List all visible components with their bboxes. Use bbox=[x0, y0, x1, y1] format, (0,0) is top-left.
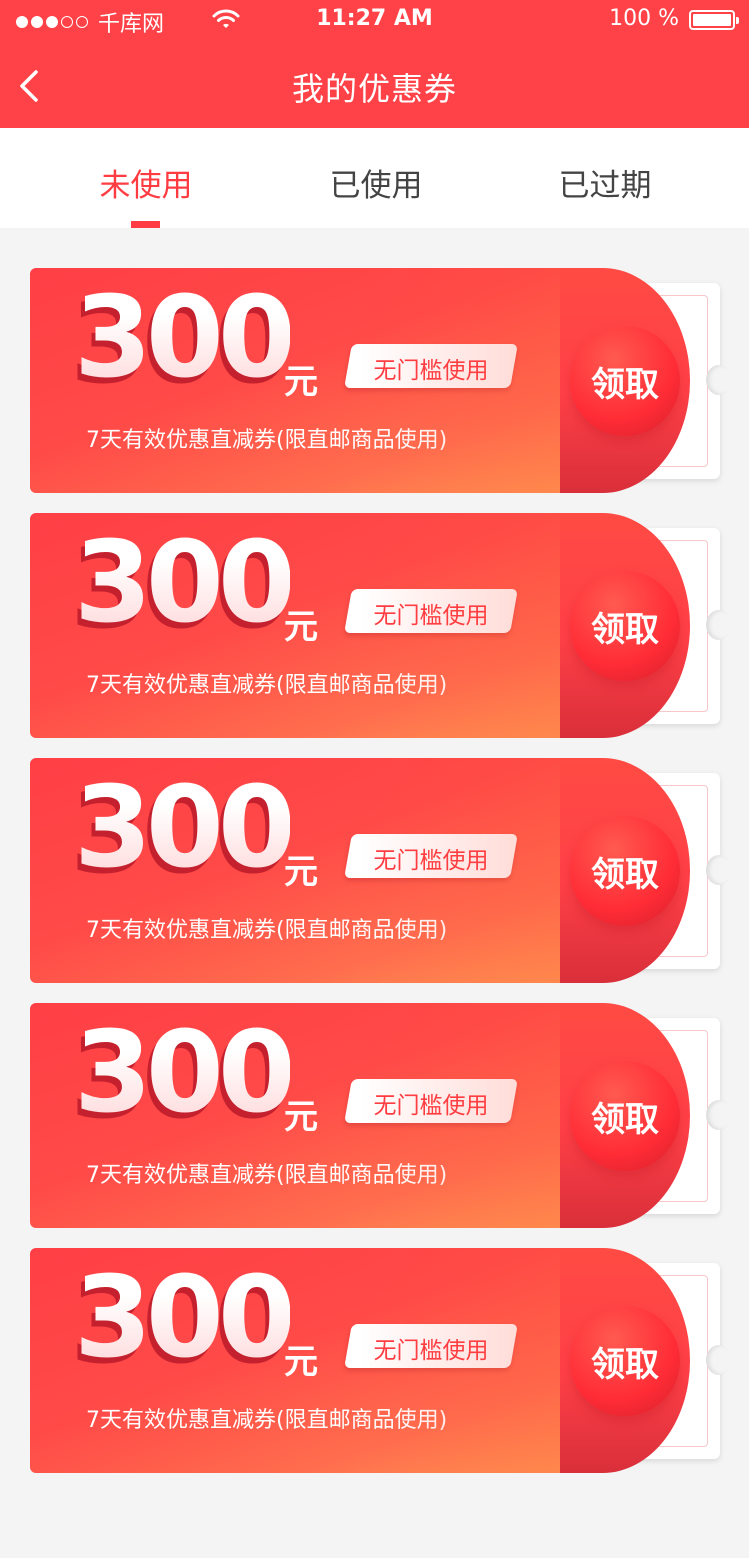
coupon-tag: 无门槛使用 bbox=[373, 1093, 489, 1119]
coupon-tag-bg bbox=[344, 1324, 518, 1368]
coupon-tag: 无门槛使用 bbox=[373, 358, 489, 384]
coupon-unit: 元 bbox=[284, 1097, 318, 1137]
coupon-unit: 元 bbox=[284, 607, 318, 647]
status-bar: 千库网 11:27 AM 100 % bbox=[0, 0, 749, 40]
coupon-notch bbox=[706, 1345, 732, 1375]
coupon-unit: 元 bbox=[284, 1342, 318, 1382]
coupon-description: 7天有效优惠直减券(限直邮商品使用) bbox=[86, 1163, 448, 1188]
tab-bar: 未使用 已使用 已过期 bbox=[0, 128, 749, 228]
top-bar: 千库网 11:27 AM 100 % 我的优惠券 bbox=[0, 0, 749, 128]
coupon-unit: 元 bbox=[284, 852, 318, 892]
tab-expired[interactable]: 已过期 bbox=[505, 160, 705, 205]
coupon-notch bbox=[706, 365, 732, 395]
coupon-description: 7天有效优惠直减券(限直邮商品使用) bbox=[86, 673, 448, 698]
coupon-tag: 无门槛使用 bbox=[373, 848, 489, 874]
coupon-tag-bg bbox=[344, 344, 518, 388]
active-tab-indicator bbox=[131, 221, 160, 228]
coupon-card: 300 300 元 无门槛使用 7天有效优惠直减券(限直邮商品使用) 领取 bbox=[30, 1248, 732, 1473]
page-title: 我的优惠券 bbox=[291, 70, 457, 108]
coupon-tag-bg bbox=[344, 589, 518, 633]
claim-button[interactable]: 领取 bbox=[570, 1306, 680, 1416]
coupon-amount: 300 bbox=[74, 1253, 296, 1383]
coupon-card: 300 300 元 无门槛使用 7天有效优惠直减券(限直邮商品使用) 领取 bbox=[30, 1003, 732, 1228]
coupon-body: 300 300 元 无门槛使用 7天有效优惠直减券(限直邮商品使用) bbox=[30, 513, 560, 738]
tab-unused[interactable]: 未使用 bbox=[46, 160, 246, 205]
coupon-tag: 无门槛使用 bbox=[373, 603, 489, 629]
coupon-body: 300 300 元 无门槛使用 7天有效优惠直减券(限直邮商品使用) bbox=[30, 1248, 560, 1473]
battery-icon bbox=[689, 10, 739, 30]
coupon-card: 300 300 元 无门槛使用 7天有效优惠直减券(限直邮商品使用) 领取 bbox=[30, 513, 732, 738]
coupon-body: 300 300 元 无门槛使用 7天有效优惠直减券(限直邮商品使用) bbox=[30, 1003, 560, 1228]
coupon-amount: 300 bbox=[74, 1008, 296, 1138]
coupon-body: 300 300 元 无门槛使用 7天有效优惠直减券(限直邮商品使用) bbox=[30, 268, 560, 493]
coupon-notch bbox=[706, 610, 732, 640]
coupon-tag: 无门槛使用 bbox=[373, 1338, 489, 1364]
tab-used[interactable]: 已使用 bbox=[276, 160, 476, 205]
claim-button[interactable]: 领取 bbox=[570, 816, 680, 926]
coupon-card: 300 300 元 无门槛使用 7天有效优惠直减券(限直邮商品使用) 领取 bbox=[30, 758, 732, 983]
coupon-amount: 300 bbox=[74, 518, 296, 648]
coupon-amount: 300 bbox=[74, 273, 296, 403]
coupon-tag-bg bbox=[344, 1079, 518, 1123]
coupon-description: 7天有效优惠直减券(限直邮商品使用) bbox=[86, 428, 448, 453]
coupon-unit: 元 bbox=[284, 362, 318, 402]
coupon-body: 300 300 元 无门槛使用 7天有效优惠直减券(限直邮商品使用) bbox=[30, 758, 560, 983]
coupon-notch bbox=[706, 855, 732, 885]
coupon-notch bbox=[706, 1100, 732, 1130]
claim-button[interactable]: 领取 bbox=[570, 1061, 680, 1171]
coupon-description: 7天有效优惠直减券(限直邮商品使用) bbox=[86, 1408, 448, 1433]
claim-button[interactable]: 领取 bbox=[570, 326, 680, 436]
claim-button[interactable]: 领取 bbox=[570, 571, 680, 681]
battery-percent: 100 % bbox=[609, 6, 679, 31]
coupon-tag-bg bbox=[344, 834, 518, 878]
coupon-card: 300 300 元 无门槛使用 7天有效优惠直减券(限直邮商品使用) 领取 bbox=[30, 268, 732, 493]
coupon-amount: 300 bbox=[74, 763, 296, 893]
coupon-description: 7天有效优惠直减券(限直邮商品使用) bbox=[86, 918, 448, 943]
